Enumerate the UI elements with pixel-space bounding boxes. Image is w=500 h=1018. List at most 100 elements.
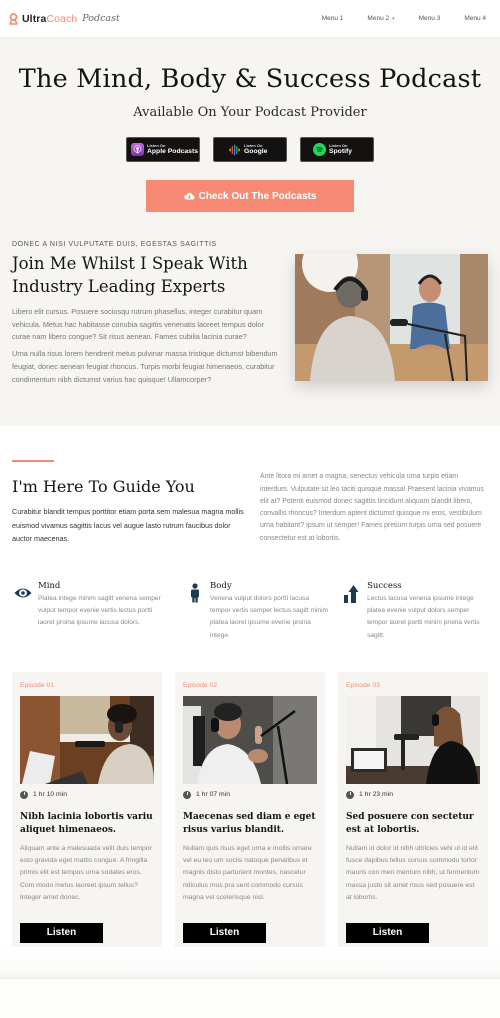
intro-title: Join Me Whilst I Speak With Industry Lea…	[12, 254, 248, 296]
intro-image-column	[295, 241, 488, 386]
person-icon	[191, 583, 200, 603]
episode-label: Episode 02	[183, 681, 218, 689]
badge-provider-label: Apple Podcasts	[147, 147, 198, 155]
episode-title: Maecenas sed diam e eget risus varius bl…	[183, 811, 316, 836]
badge-small-label: Listen On	[329, 142, 348, 148]
nav-label: Menu 2	[367, 15, 390, 22]
podcast-interview-photo	[295, 254, 488, 381]
episode-card: Episode 02 1 hr 07 min Maecenas sed diam…	[175, 671, 325, 947]
nav-item-menu-3[interactable]: Menu 3	[419, 15, 441, 22]
feature-text: Body Venena vulput dolors portti lacusa …	[210, 581, 329, 642]
nav-label: Menu 1	[321, 15, 344, 22]
logo-script: Podcast	[82, 13, 120, 24]
episode-2-illustration	[183, 695, 317, 784]
feature-desc: Platea intege minim sagitt venena semper…	[38, 594, 161, 627]
episodes-section: Episode 01 1 hr 10 min Nibh lacinia lobo…	[0, 641, 500, 947]
listen-button[interactable]: Listen	[346, 922, 429, 943]
badge-text: Listen On Google	[244, 142, 268, 156]
listen-button[interactable]: Listen	[183, 922, 266, 943]
episode-label: Episode 01	[20, 681, 55, 689]
badge-small-label: Listen On	[147, 142, 166, 148]
apple-podcasts-badge[interactable]: Listen On Apple Podcasts	[126, 137, 200, 162]
cta-label: Check Out The Podcasts	[198, 190, 317, 202]
accent-divider	[12, 460, 54, 463]
guide-intro: I'm Here To Guide You Curabitur blandit …	[12, 460, 246, 546]
episode-3-illustration	[346, 695, 480, 784]
site-header: UltraCoach Podcast Menu 1 Menu 2 ▾ Menu 3…	[0, 0, 500, 38]
episode-title: Sed posuere con sectetur est at lobortis…	[346, 811, 474, 836]
clock-icon	[20, 790, 28, 799]
hero-section: The Mind, Body & Success Podcast Availab…	[0, 38, 500, 427]
clock-icon	[183, 790, 191, 799]
episode-photo	[346, 695, 480, 784]
episode-description: Nullam id dolor id nibh ultricies vehi u…	[346, 844, 480, 901]
episode-duration: 1 hr 10 min	[33, 791, 68, 799]
cta-wrapper: Check Out The Podcasts	[12, 180, 488, 212]
feature-success: Success Lectus lacusa venena ipsume inte…	[329, 581, 488, 642]
episode-meta: 1 hr 07 min	[183, 790, 317, 799]
check-out-podcasts-button[interactable]: Check Out The Podcasts	[146, 180, 354, 212]
main-nav: Menu 1 Menu 2 ▾ Menu 3 Menu 4	[298, 15, 486, 22]
badge-provider-label: Spotify	[329, 147, 353, 155]
nav-item-menu-2[interactable]: Menu 2 ▾	[367, 15, 394, 22]
episode-title: Nibh lacinia lobortis variu aliquet hime…	[20, 811, 153, 836]
listen-button[interactable]: Listen	[20, 922, 103, 943]
hero-subtitle: Available On Your Podcast Provider	[133, 105, 367, 120]
logo-icon	[9, 12, 18, 25]
episode-card: Episode 01 1 hr 10 min Nibh lacinia lobo…	[12, 671, 162, 947]
guide-lead: Curabitur blandit tempus porttitor etiam…	[12, 507, 244, 544]
badge-text: Listen On Spotify	[329, 142, 353, 156]
feature-text: Mind Platea intege minim sagitt venena s…	[38, 581, 170, 642]
feature-title: Success	[367, 580, 402, 591]
spotify-badge[interactable]: Listen On Spotify	[300, 137, 374, 162]
google-podcasts-icon	[228, 143, 241, 156]
guide-row: I'm Here To Guide You Curabitur blandit …	[12, 460, 488, 546]
episode-photo	[20, 695, 154, 784]
episode-description: Aliquam ante a malesuada velit duis temp…	[20, 844, 152, 901]
chevron-down-icon: ▾	[392, 15, 395, 22]
badge-text: Listen On Apple Podcasts	[147, 142, 198, 156]
logo-text: UltraCoach	[22, 13, 77, 25]
feature-mind: Mind Platea intege minim sagitt venena s…	[12, 581, 170, 642]
intro-text: DONEC A NISI VULPUTATE DUIS, EGESTAS SAG…	[12, 241, 283, 386]
logo-brand-dark: Ultra	[22, 12, 47, 25]
feature-body: Body Venena vulput dolors portti lacusa …	[170, 581, 329, 642]
nav-item-menu-4[interactable]: Menu 4	[464, 15, 486, 22]
feature-desc: Lectus lacusa venena ipsume intege plate…	[367, 594, 480, 639]
nav-item-menu-1[interactable]: Menu 1	[322, 15, 344, 22]
intro-paragraph: Libero elit cursus. Posuere sociosqu rut…	[12, 307, 264, 342]
episode-duration: 1 hr 23 min	[359, 791, 394, 799]
hero-title: The Mind, Body & Success Podcast	[18, 64, 482, 94]
logo[interactable]: UltraCoach Podcast	[8, 13, 120, 25]
nav-label: Menu 4	[464, 15, 486, 22]
episode-description: Nullam quis risus eget urna e mollis orn…	[183, 844, 312, 901]
badge-provider-label: Google	[244, 147, 268, 155]
podcast-interview-illustration	[295, 254, 488, 381]
google-podcasts-badge[interactable]: Listen On Google	[213, 137, 287, 162]
growth-arrow-icon	[344, 584, 359, 603]
badge-small-label: Listen On	[244, 142, 263, 148]
guide-side-text: Ante litora mi amet a magna, senectus ve…	[260, 460, 488, 546]
intro-eyebrow: DONEC A NISI VULPUTATE DUIS, EGESTAS SAG…	[12, 241, 217, 248]
feature-desc: Venena vulput dolors portti lacusa tempo…	[210, 594, 329, 639]
apple-podcasts-icon	[131, 143, 144, 156]
guide-side-paragraph: Ante litora mi amet a magna, senectus ve…	[260, 473, 484, 542]
logo-brand-accent: Coach	[46, 12, 78, 25]
feature-text: Success Lectus lacusa venena ipsume inte…	[367, 581, 488, 642]
feature-title: Mind	[38, 580, 61, 591]
guide-section: I'm Here To Guide You Curabitur blandit …	[0, 426, 500, 642]
episode-card: Episode 03 1 hr 23 min Sed posuere con s…	[338, 671, 488, 947]
episode-meta: 1 hr 23 min	[346, 790, 480, 799]
episode-label: Episode 03	[346, 681, 381, 689]
feature-title: Body	[210, 580, 232, 591]
intro-block: DONEC A NISI VULPUTATE DUIS, EGESTAS SAG…	[12, 241, 488, 386]
eye-icon	[14, 588, 32, 598]
page-bottom-spacer	[0, 946, 500, 979]
clock-icon	[346, 790, 354, 799]
podcast-provider-badges: Listen On Apple Podcasts Listen On Googl…	[12, 137, 488, 162]
nav-label: Menu 3	[418, 15, 441, 22]
cloud-download-icon	[183, 192, 195, 200]
episode-meta: 1 hr 10 min	[20, 790, 154, 799]
guide-title: I'm Here To Guide You	[12, 477, 195, 497]
episode-photo	[183, 695, 317, 784]
